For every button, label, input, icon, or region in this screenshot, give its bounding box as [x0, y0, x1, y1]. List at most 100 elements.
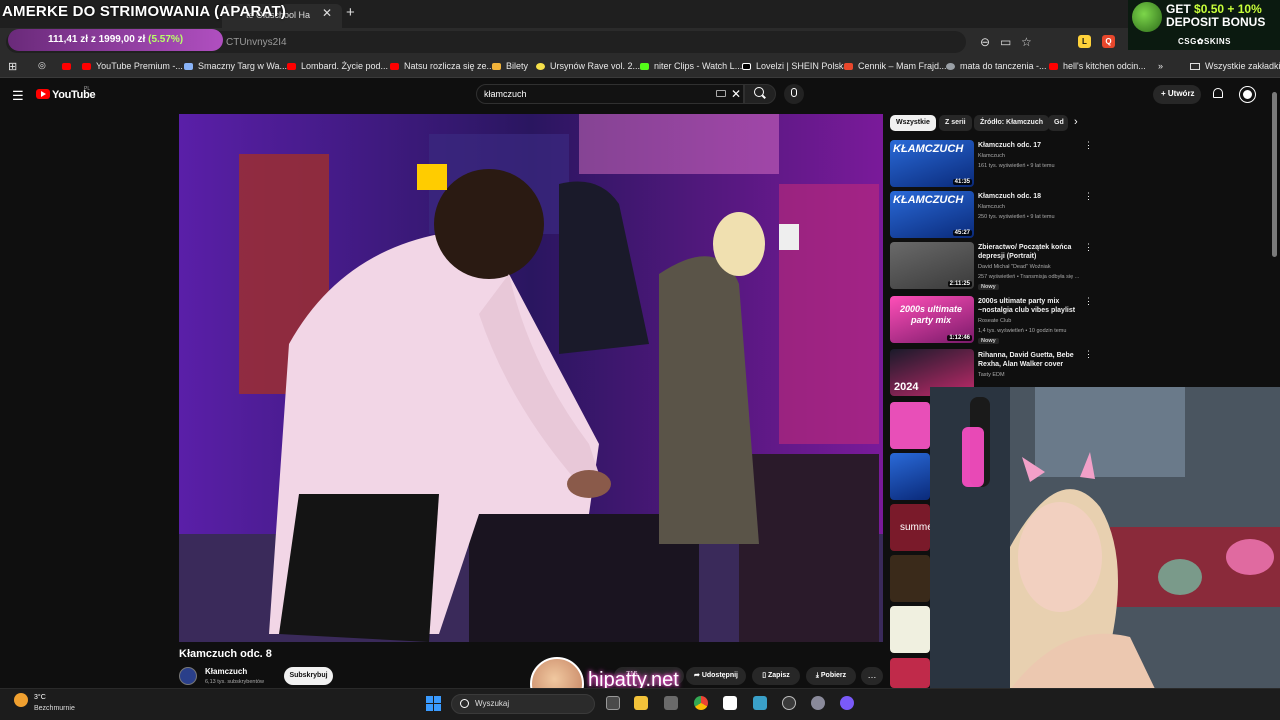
apps-grid-icon[interactable]: ⊞: [8, 60, 17, 73]
kebab-menu-icon[interactable]: ⋮: [1084, 140, 1093, 151]
shein-icon: [742, 63, 751, 71]
site-icon: [536, 63, 545, 71]
notes-icon[interactable]: [753, 696, 767, 710]
task-view-icon[interactable]: [606, 696, 620, 710]
recommendation-channel[interactable]: Roseate Club: [978, 318, 1011, 324]
bookmark-site-icon[interactable]: ◎: [38, 60, 46, 71]
taskbar-search-input[interactable]: [451, 694, 595, 714]
chip-series[interactable]: Z serii: [939, 115, 972, 131]
recommendation-thumbnail[interactable]: 2:11:25: [890, 242, 974, 289]
recommendation-thumbnail[interactable]: KŁAMCZUCH 45:27: [890, 191, 974, 238]
folder-icon: [1190, 63, 1200, 71]
channel-avatar[interactable]: [179, 667, 197, 685]
bookmark-item[interactable]: Smaczny Targ w Wa...: [184, 61, 287, 71]
windows-start-icon[interactable]: [426, 696, 441, 711]
kebab-menu-icon[interactable]: ⋮: [1084, 349, 1093, 360]
page-scrollbar[interactable]: [1272, 92, 1277, 257]
bookmark-item[interactable]: mata do tanczenia -...: [946, 61, 1047, 71]
weather-sun-icon[interactable]: [14, 693, 28, 707]
new-badge: Nowy: [978, 284, 999, 290]
bookmark-item[interactable]: Lovelzi | SHEIN Polska: [742, 61, 848, 71]
app-icon[interactable]: [664, 696, 678, 710]
microphone-icon[interactable]: [791, 88, 797, 97]
recommendation-thumbnail[interactable]: [890, 606, 930, 653]
taskbar-search-icon[interactable]: [460, 699, 469, 708]
youtube-logo-icon[interactable]: [36, 89, 50, 99]
kebab-menu-icon[interactable]: ⋮: [1084, 296, 1093, 307]
video-duration: 1:12:46: [947, 335, 972, 341]
google-icon: [946, 63, 955, 71]
recommendation-thumbnail[interactable]: KŁAMCZUCH 41:35: [890, 140, 974, 187]
bookmark-item[interactable]: Lombard. Życie pod...: [287, 61, 388, 71]
bookmark-youtube-icon[interactable]: [62, 61, 76, 71]
stream-overlay-title: AMERKE DO STRIMOWANIA (APARAT): [2, 3, 287, 20]
recommendation-title[interactable]: Zbieractwo/ Początek końca depresji (Por…: [978, 243, 1080, 261]
taskbar-search-placeholder[interactable]: Wyszukaj: [475, 699, 509, 708]
recommendation-thumbnail[interactable]: 2000s ultimate party mix 1:12:46: [890, 296, 974, 343]
bookmark-item[interactable]: Cennik – Mam Frajd...: [844, 61, 947, 71]
bookmark-item[interactable]: Bilety: [492, 61, 528, 71]
settings-gear-icon[interactable]: [811, 696, 825, 710]
recommendation-thumbnail[interactable]: [890, 555, 930, 602]
hamburger-menu-icon[interactable]: ☰: [12, 88, 24, 104]
recommendation-title[interactable]: Kłamczuch odc. 17: [978, 141, 1080, 150]
recommendation-channel[interactable]: Kłamczuch: [978, 204, 1005, 210]
recommendation-thumbnail[interactable]: summe: [890, 504, 930, 551]
chrome-icon[interactable]: [694, 696, 708, 710]
new-tab-button[interactable]: +: [346, 4, 355, 21]
cast-icon[interactable]: ▭: [1000, 35, 1011, 49]
chevron-right-icon[interactable]: ›: [1074, 116, 1078, 128]
bookmark-item[interactable]: YouTube Premium -...: [82, 61, 183, 71]
weather-description[interactable]: Bezchmurnie: [34, 705, 75, 712]
keyboard-icon[interactable]: [716, 90, 726, 97]
search-icon[interactable]: [754, 87, 764, 97]
recommendation-channel[interactable]: Kłamczuch: [978, 153, 1005, 159]
more-actions-button[interactable]: …: [861, 667, 883, 685]
extension-q-icon[interactable]: Q: [1102, 35, 1115, 48]
zoom-icon[interactable]: ⊖: [980, 35, 990, 49]
video-player[interactable]: [179, 114, 883, 642]
new-badge: Nowy: [978, 338, 999, 344]
bookmarks-more-icon[interactable]: »: [1158, 61, 1163, 71]
bookmark-star-icon[interactable]: ☆: [1021, 35, 1032, 49]
thumbnail-text: KŁAMCZUCH: [893, 194, 964, 206]
kebab-menu-icon[interactable]: ⋮: [1084, 242, 1093, 253]
subscribe-button[interactable]: Subskrybuj: [284, 667, 333, 685]
notifications-bell-icon[interactable]: [1213, 88, 1223, 98]
app-icon[interactable]: [840, 696, 854, 710]
ad-brand-logo: CSG✿SKINS: [1178, 37, 1231, 46]
kebab-menu-icon[interactable]: ⋮: [1084, 191, 1093, 202]
chip-all[interactable]: Wszystkie: [890, 115, 936, 131]
bookmark-item[interactable]: hell's kitchen odcin...: [1049, 61, 1146, 71]
bookmark-item[interactable]: Natsu rozlicza się ze...: [390, 61, 494, 71]
notepad-icon[interactable]: [723, 696, 737, 710]
recommendation-thumbnail[interactable]: [890, 402, 930, 449]
recommendation-thumbnail[interactable]: [890, 658, 930, 688]
recommendation-title[interactable]: Rihanna, David Guetta, Bebe Rexha, Alan …: [978, 351, 1080, 369]
address-url[interactable]: CTUnvnys2I4: [226, 37, 287, 48]
tab-close-icon[interactable]: ✕: [322, 6, 332, 20]
chip-source[interactable]: Źródło: Kłamczuch: [974, 115, 1050, 131]
clear-search-icon[interactable]: ✕: [731, 87, 741, 101]
bookmark-item[interactable]: Ursynów Rave vol. 2...: [536, 61, 640, 71]
all-bookmarks-folder[interactable]: Wszystkie zakładki: [1190, 61, 1280, 71]
create-button[interactable]: + Utwórz: [1153, 85, 1201, 104]
share-button[interactable]: ➦ Udostępnij: [686, 667, 746, 685]
recommendation-channel[interactable]: Tasty EDM: [978, 372, 1005, 378]
channel-name[interactable]: Kłamczuch: [205, 667, 247, 676]
download-button[interactable]: ⤓ Pobierz: [806, 667, 856, 685]
recommendation-title[interactable]: 2000s ultimate party mix ~nostalgia club…: [978, 297, 1080, 315]
recommendation-thumbnail[interactable]: [890, 453, 930, 500]
bookmark-item[interactable]: niter Clips - Watch L...: [640, 61, 742, 71]
extension-l-icon[interactable]: L: [1078, 35, 1091, 48]
weather-temperature[interactable]: 3°C: [34, 694, 46, 701]
recommendation-title[interactable]: Kłamczuch odc. 18: [978, 192, 1080, 201]
save-button[interactable]: ▯ Zapisz: [752, 667, 800, 685]
account-avatar[interactable]: [1239, 86, 1256, 103]
search-query[interactable]: kłamczuch: [484, 89, 527, 99]
recommendation-channel[interactable]: David Michał "Dead" Woźniak: [978, 264, 1051, 270]
thumbnail-text: summe: [900, 522, 930, 533]
obs-icon[interactable]: [782, 696, 796, 710]
chip-more[interactable]: Gd: [1048, 115, 1068, 131]
file-explorer-icon[interactable]: [634, 696, 648, 710]
